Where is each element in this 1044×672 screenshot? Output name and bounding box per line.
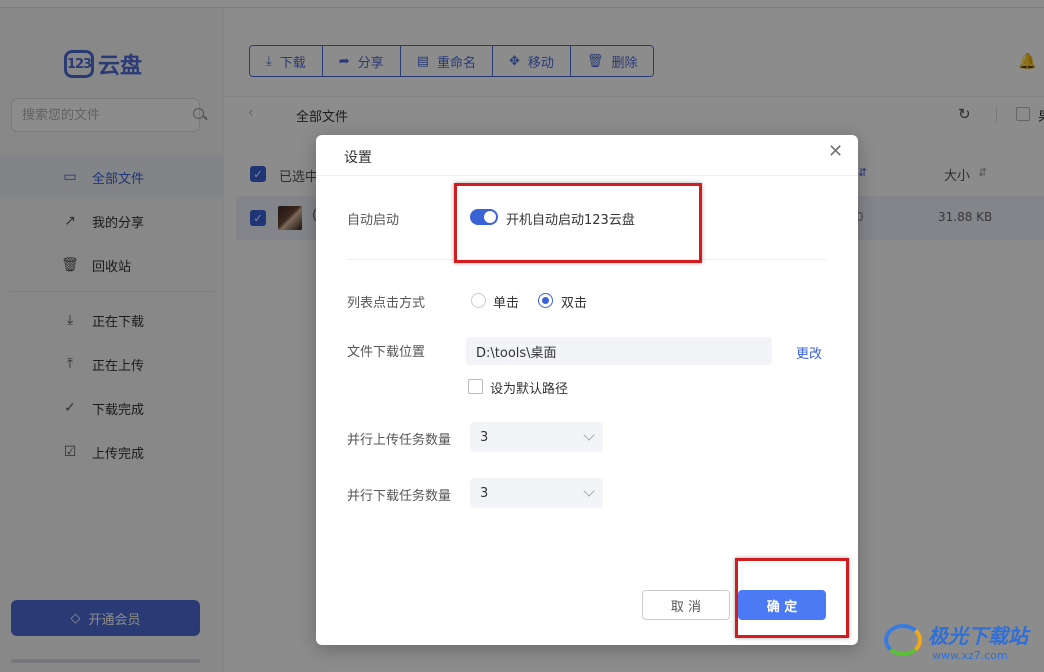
- parallel-upload-label: 并行上传任务数量: [347, 433, 452, 448]
- chevron-down-icon: [583, 429, 595, 441]
- highlight-box-autostart: [454, 183, 702, 263]
- autostart-label: 自动启动: [347, 213, 400, 228]
- watermark-text: 极光下载站: [928, 624, 1028, 648]
- default-path-checkbox[interactable]: [468, 379, 483, 394]
- default-path-label: 设为默认路径: [490, 382, 569, 397]
- close-icon[interactable]: ✕: [828, 143, 843, 161]
- chevron-down-icon: [583, 485, 595, 497]
- click-mode-label: 列表点击方式: [347, 296, 426, 311]
- watermark-url: www.xz7.com: [932, 649, 1008, 662]
- parallel-download-select[interactable]: 3: [470, 478, 603, 508]
- dialog-title: 设置: [344, 150, 372, 166]
- change-path-link[interactable]: 更改: [796, 343, 822, 362]
- parallel-download-value: 3: [480, 485, 489, 501]
- single-click-label: 单击: [493, 296, 520, 311]
- watermark: 极光下载站 www.xz7.com: [884, 618, 1044, 668]
- parallel-upload-value: 3: [480, 429, 489, 445]
- parallel-download-label: 并行下载任务数量: [347, 489, 452, 504]
- cancel-button[interactable]: 取 消: [642, 590, 730, 620]
- watermark-logo-icon: [884, 624, 922, 656]
- dialog-header-divider: [316, 175, 858, 176]
- highlight-box-confirm: [735, 558, 849, 638]
- double-click-label: 双击: [561, 296, 588, 311]
- download-path-field[interactable]: [466, 337, 772, 365]
- parallel-upload-select[interactable]: 3: [470, 422, 603, 452]
- single-click-radio[interactable]: [471, 293, 486, 308]
- double-click-radio[interactable]: [538, 293, 553, 308]
- download-location-label: 文件下载位置: [347, 345, 426, 360]
